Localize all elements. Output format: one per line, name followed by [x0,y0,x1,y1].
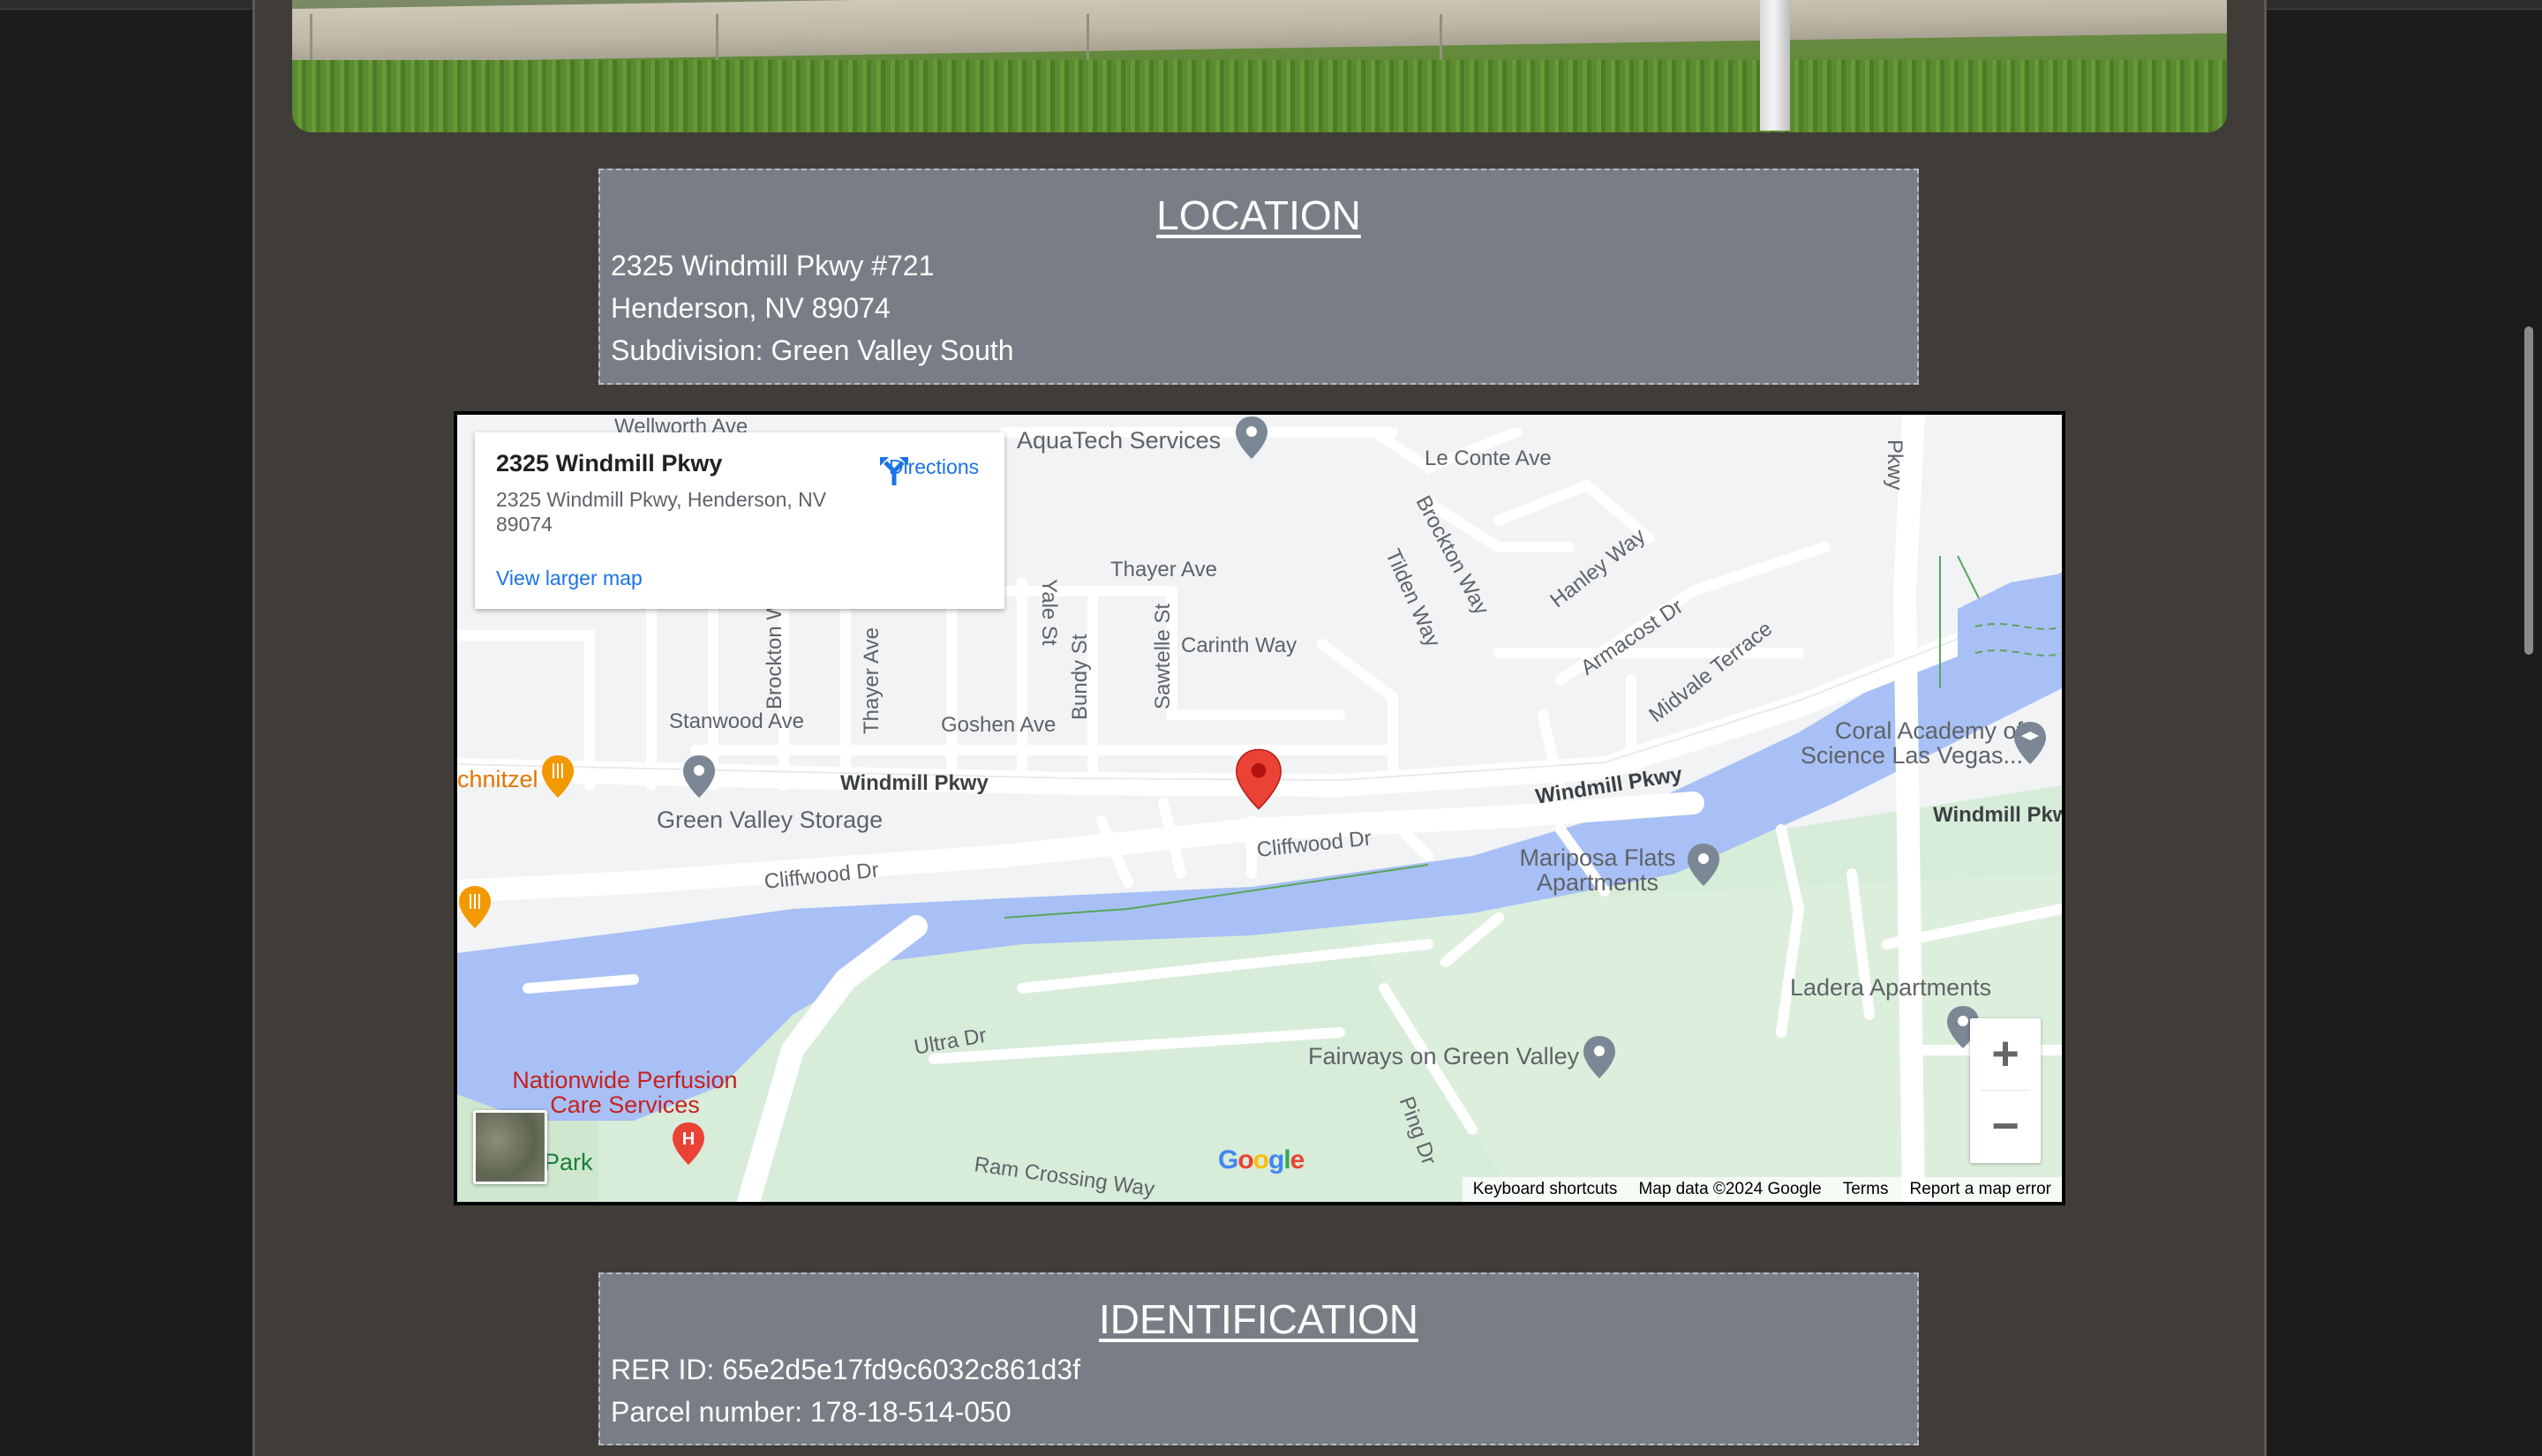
street-label: Yale St [1037,579,1061,646]
street-label: Carinth Way [1181,634,1297,657]
restaurant-pin-icon[interactable] [540,754,575,799]
street-label: Goshen Ave [941,713,1057,737]
report-error-link[interactable]: Report a map error [1899,1180,2062,1199]
school-pin-icon[interactable] [2012,720,2048,766]
listing-container: LOCATION 2325 Windmill Pkwy #721 Henders… [252,0,2267,1456]
view-larger-map-link[interactable]: View larger map [496,567,643,590]
property-marker-icon[interactable] [1234,747,1283,812]
poi-label[interactable]: Coral Academy of Science Las Vegas... [1767,718,2023,768]
place-info-card: 2325 Windmill Pkwy 2325 Windmill Pkwy, H… [475,432,1004,609]
location-heading: LOCATION [1156,192,1361,238]
directions-button[interactable]: Directions [876,452,991,485]
directions-icon [880,457,908,485]
place-title: 2325 Windmill Pkwy [496,450,723,477]
street-label: Windmill Pkwy [840,771,989,795]
location-section: LOCATION 2325 Windmill Pkwy #721 Henders… [598,169,1919,385]
poi-label[interactable]: Green Valley Storage [657,807,883,834]
street-label: Windmill Pkwy [1933,803,2062,827]
poi-label[interactable]: chnitzel [457,766,538,793]
identification-section: IDENTIFICATION RER ID: 65e2d5e17fd9c6032… [598,1272,1919,1445]
street-label: Le Conte Ave [1425,447,1552,470]
street-label: Sawtelle St [1151,603,1175,709]
google-logo: Google [1218,1145,1305,1175]
zoom-out-button[interactable]: − [1970,1091,2041,1163]
street-label: Brockton W [763,599,786,709]
map-data-text: Map data ©2024 Google [1638,1180,1822,1198]
subdivision: Subdivision: Green Valley South [611,334,1014,366]
street-label: Thayer Ave [1110,558,1217,582]
satellite-toggle[interactable] [473,1110,547,1184]
zoom-control: + − [1970,1018,2041,1163]
map-pin-icon[interactable] [1686,842,1721,888]
address-line-2: Henderson, NV 89074 [611,292,891,324]
map-attribution: Keyboard shortcuts Map data ©2024 Google… [1462,1177,2062,1202]
page-scrollbar[interactable] [2524,326,2533,655]
keyboard-shortcuts-link[interactable]: Keyboard shortcuts [1463,1180,1628,1199]
svg-text:H: H [682,1130,695,1149]
poi-label[interactable]: Mariposa Flats Apartments [1509,845,1686,895]
street-label: Stanwood Ave [669,709,805,733]
street-label: Pkwy [1883,439,1906,491]
identification-heading: IDENTIFICATION [1098,1296,1419,1342]
street-label: Bundy St [1068,634,1092,720]
poi-label[interactable]: Ladera Apartments [1790,974,1991,1002]
parcel-number: Parcel number: 178-18-514-050 [611,1396,1012,1428]
zoom-in-button[interactable]: + [1970,1018,2041,1091]
address-line-1: 2325 Windmill Pkwy #721 [611,250,935,281]
poi-label[interactable]: Fairways on Green Valley [1308,1043,1579,1070]
terms-link[interactable]: Terms [1832,1180,1899,1199]
rer-id: RER ID: 65e2d5e17fd9c6032c861d3f [611,1354,1080,1385]
poi-label[interactable]: AquaTech Services [1017,427,1221,454]
poi-label[interactable]: Park [544,1149,593,1176]
map-pin-icon[interactable] [1582,1034,1617,1080]
street-label: Thayer Ave [860,627,884,734]
property-photo [292,0,2227,132]
sign-post [1760,0,1790,131]
map-pin-icon[interactable] [1234,415,1269,461]
hospital-pin-icon[interactable]: H [671,1121,706,1167]
restaurant-pin-icon[interactable] [457,884,493,930]
map-pin-icon[interactable] [681,754,717,799]
place-address: 2325 Windmill Pkwy, Henderson, NV 89074 [496,488,827,536]
embedded-map[interactable]: Wellworth Ave Le Conte Ave Brockton Way … [454,411,2065,1205]
